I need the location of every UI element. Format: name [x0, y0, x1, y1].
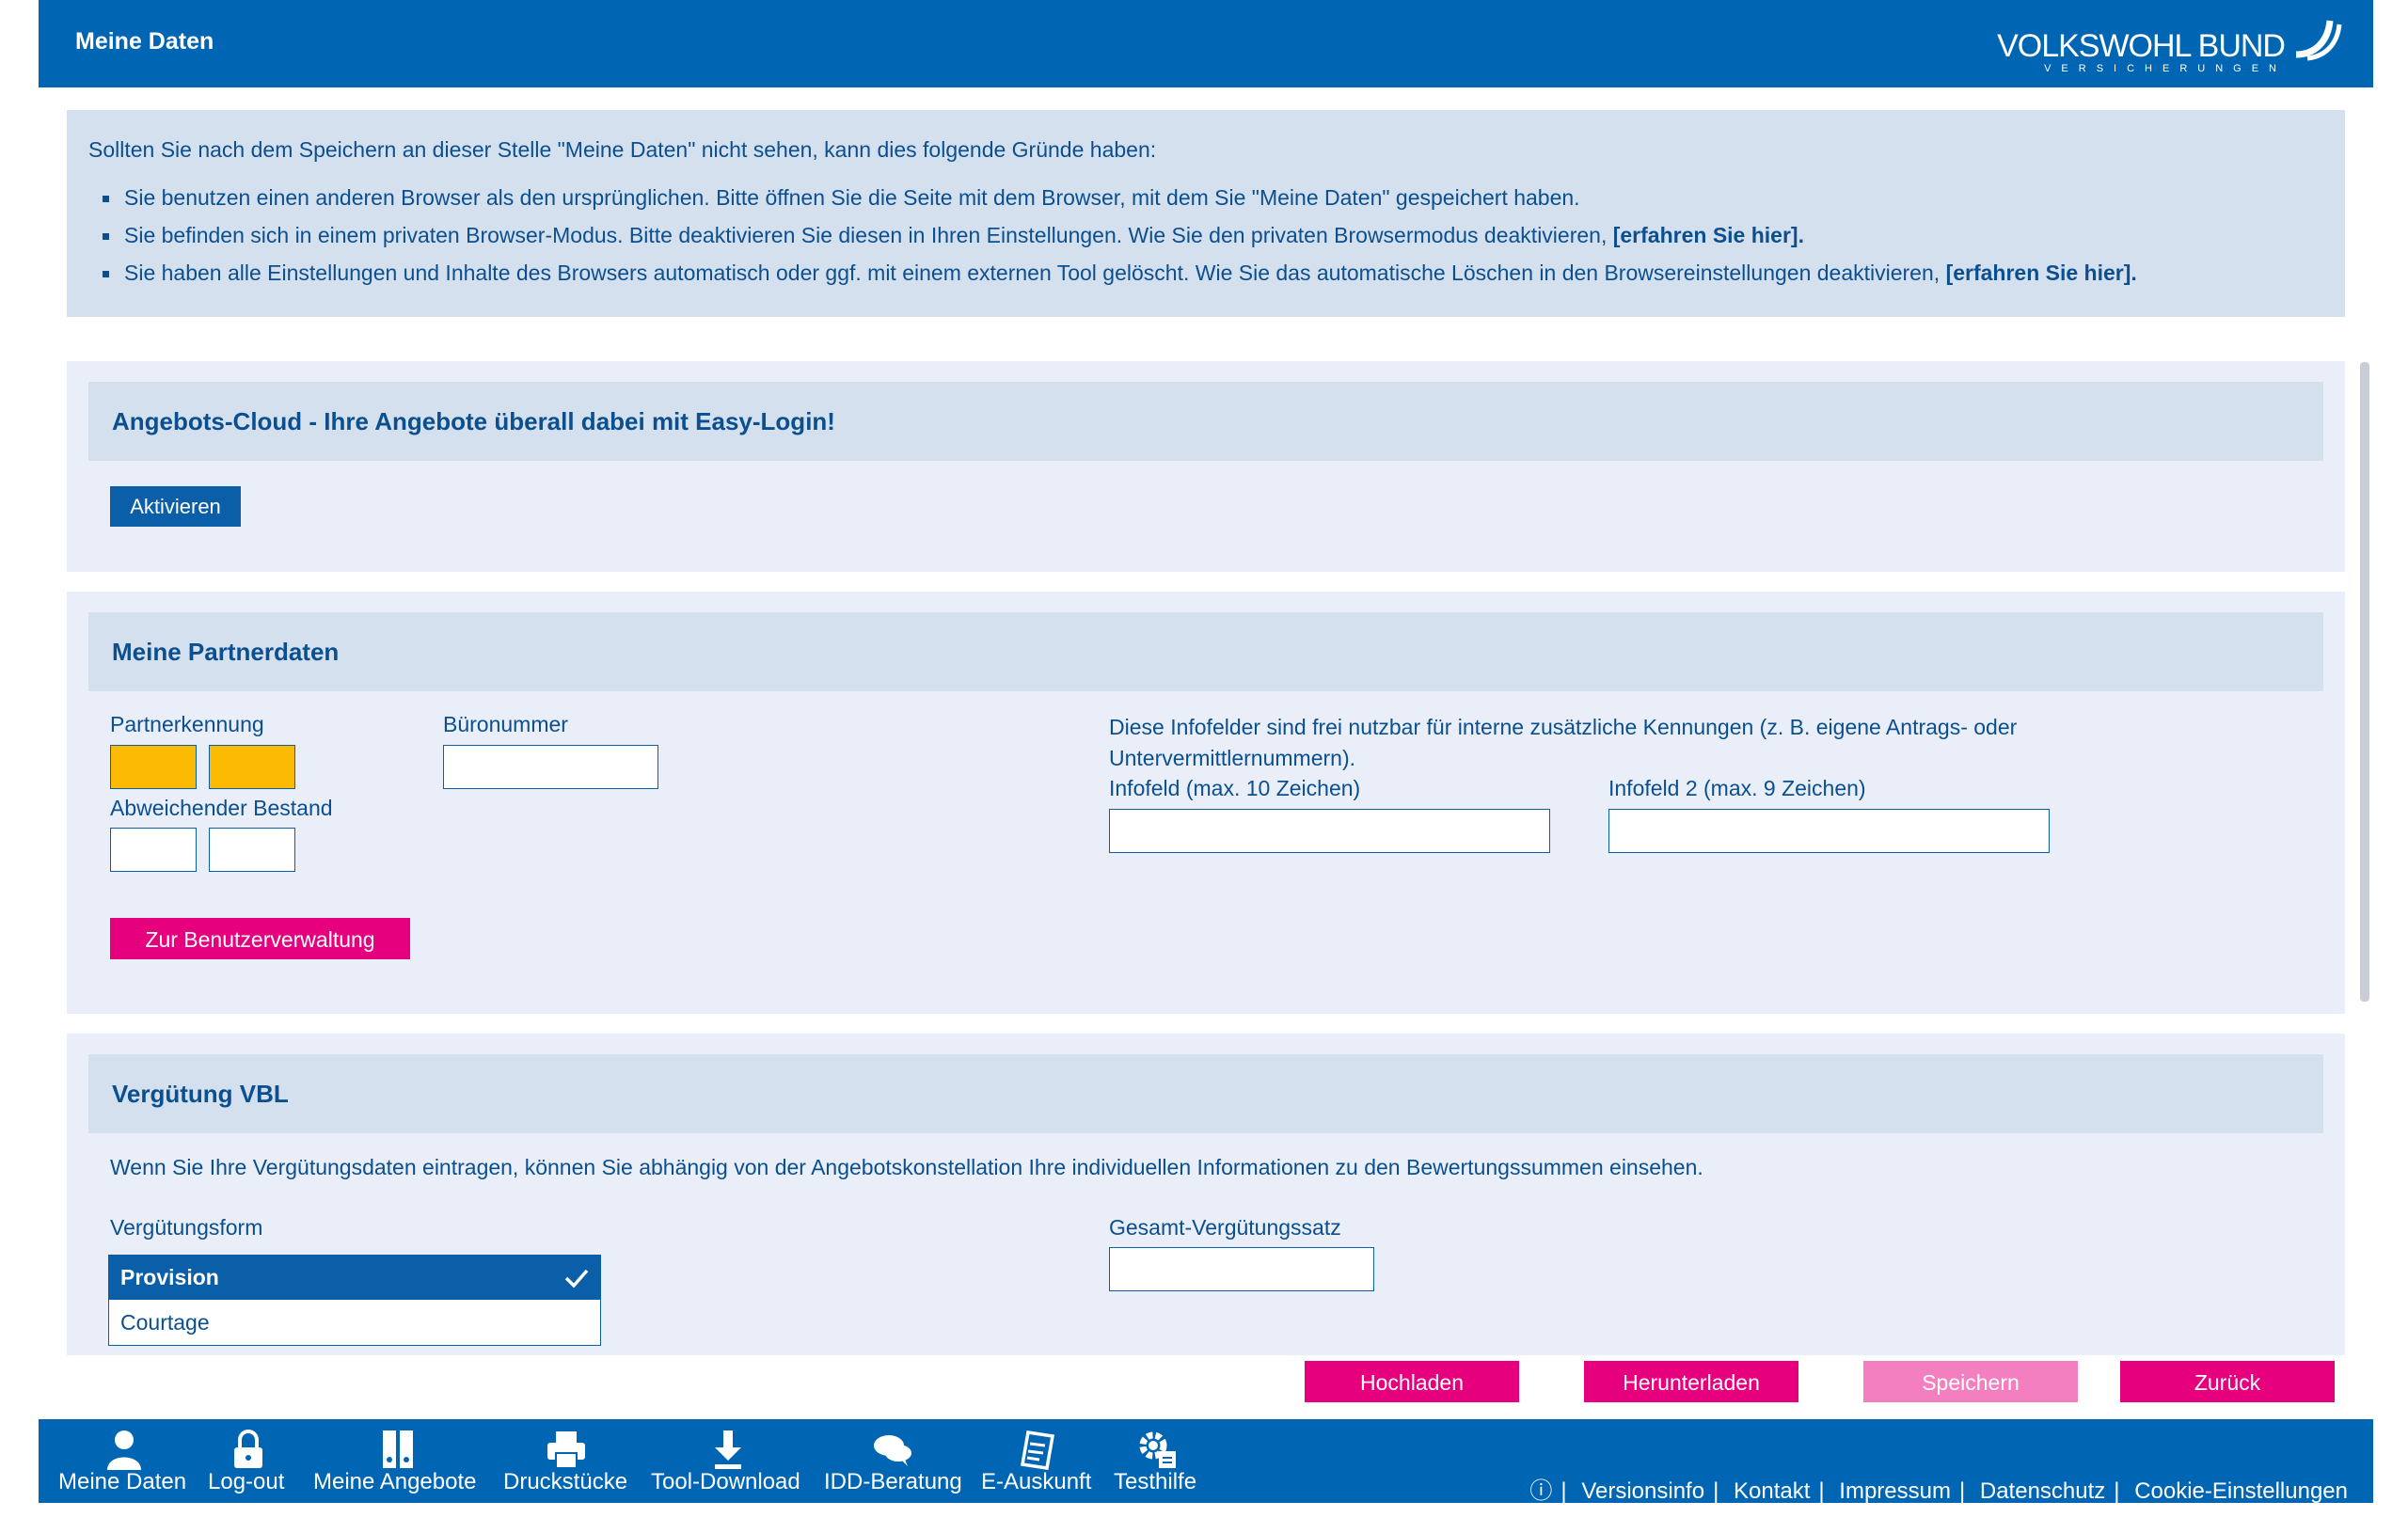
- verguetungssatz-label: Gesamt-Vergütungssatz: [1109, 1215, 1341, 1240]
- back-button[interactable]: Zurück: [2120, 1361, 2335, 1402]
- link-kontakt[interactable]: Kontakt: [1734, 1478, 1810, 1505]
- learn-more-link[interactable]: [erfahren Sie hier].: [1613, 223, 1804, 247]
- verguetungssatz-field[interactable]: [1109, 1247, 1374, 1291]
- link-versionsinfo[interactable]: Versionsinfo: [1581, 1478, 1704, 1505]
- save-button[interactable]: Speichern: [1863, 1361, 2078, 1402]
- bueronummer-label: Büronummer: [443, 712, 568, 736]
- user-icon: [107, 1430, 141, 1470]
- notice-item: Sie haben alle Einstellungen und Inhalte…: [88, 259, 2137, 296]
- activate-button[interactable]: Aktivieren: [110, 486, 241, 527]
- download-icon: [715, 1430, 741, 1469]
- nav-tool-download[interactable]: Tool-Download: [651, 1419, 805, 1503]
- verguetung-header: Vergütung VBL: [88, 1054, 2323, 1133]
- notice-list: Sie benutzen einen anderen Browser als d…: [88, 183, 2137, 296]
- partnerkennung-field-2[interactable]: [209, 745, 295, 789]
- partner-header: Meine Partnerdaten: [88, 612, 2323, 691]
- learn-more-link[interactable]: [erfahren Sie hier].: [1946, 261, 2137, 285]
- infofeld2-field[interactable]: [1608, 809, 2050, 853]
- notice-item: Sie benutzen einen anderen Browser als d…: [88, 183, 2137, 221]
- abweichender-bestand-field-2[interactable]: [209, 828, 295, 872]
- info-icon: ⓘ: [1529, 1478, 1553, 1504]
- cloud-header: Angebots-Cloud - Ihre Angebote überall d…: [88, 382, 2323, 461]
- checkmark-icon: [564, 1269, 589, 1288]
- binders-icon: [383, 1430, 413, 1468]
- user-management-button[interactable]: Zur Benutzerverwaltung: [110, 918, 410, 959]
- abweichender-bestand-label: Abweichender Bestand: [110, 796, 333, 820]
- partnerkennung-field-1[interactable]: [110, 745, 197, 789]
- logo-mark-icon: [2295, 20, 2342, 61]
- header-bar: Meine Daten VOLKSWOHL BUND VERSICHERUNGE…: [39, 0, 2373, 87]
- nav-e-auskunft[interactable]: E-Auskunft: [981, 1419, 1092, 1503]
- nav-druckstuecke[interactable]: Druckstücke: [503, 1419, 629, 1503]
- page-title: Meine Daten: [75, 28, 214, 55]
- printer-icon: [547, 1431, 585, 1469]
- option-courtage[interactable]: Courtage: [109, 1300, 600, 1345]
- nav-idd-beratung[interactable]: IDD-Beratung: [824, 1419, 962, 1503]
- infofeld2-label: Infofeld 2 (max. 9 Zeichen): [1608, 776, 1866, 800]
- upload-button[interactable]: Hochladen: [1305, 1361, 1519, 1402]
- gear-icon: [1139, 1431, 1176, 1468]
- notice-item: Sie befinden sich in einem privaten Brow…: [88, 221, 2137, 259]
- download-button[interactable]: Herunterladen: [1584, 1361, 1798, 1402]
- lock-icon: [234, 1430, 262, 1468]
- abweichender-bestand-field-1[interactable]: [110, 828, 197, 872]
- verguetung-text: Wenn Sie Ihre Vergütungsdaten eintragen,…: [110, 1155, 1703, 1179]
- link-datenschutz[interactable]: Datenschutz: [1980, 1478, 2105, 1505]
- partner-section: Meine Partnerdaten Partnerkennung Abweic…: [67, 592, 2345, 1014]
- partnerkennung-label: Partnerkennung: [110, 712, 264, 736]
- main-content: Sollten Sie nach dem Speichern an dieser…: [39, 87, 2373, 1355]
- option-provision[interactable]: Provision: [109, 1256, 600, 1300]
- volkswohl-bund-logo: VOLKSWOHL BUND VERSICHERUNGEN: [1997, 11, 2343, 77]
- footer-links: ⓘ | Versionsinfo | Kontakt | Impressum | Dat…: [1529, 1472, 2348, 1505]
- info-text: Diese Infofelder sind frei nutzbar für i…: [1109, 715, 2018, 770]
- infofeld1-label: Infofeld (max. 10 Zeichen): [1109, 776, 1361, 800]
- notice-intro: Sollten Sie nach dem Speichern an dieser…: [88, 137, 1157, 162]
- nav-log-out[interactable]: Log-out: [208, 1419, 289, 1503]
- bueronummer-field[interactable]: [443, 745, 658, 789]
- browser-notice: Sollten Sie nach dem Speichern an dieser…: [67, 110, 2345, 317]
- cloud-section: Angebots-Cloud - Ihre Angebote überall d…: [67, 361, 2345, 572]
- nav-testhilfe[interactable]: Testhilfe: [1114, 1419, 1200, 1503]
- verguetungsform-select[interactable]: Provision Courtage: [108, 1255, 601, 1346]
- chat-icon: [874, 1435, 911, 1466]
- nav-meine-angebote[interactable]: Meine Angebote: [313, 1419, 483, 1503]
- infofeld1-field[interactable]: [1109, 809, 1550, 853]
- nav-meine-daten[interactable]: Meine Daten: [58, 1419, 190, 1503]
- document-icon: [1020, 1430, 1055, 1470]
- footer-bar: Meine Daten Log-out Meine Angebote Druck…: [39, 1419, 2373, 1505]
- link-cookie-einstellungen[interactable]: Cookie-Einstellungen: [2134, 1478, 2348, 1505]
- verguetungsform-label: Vergütungsform: [110, 1215, 263, 1240]
- link-impressum[interactable]: Impressum: [1839, 1478, 1951, 1505]
- scrollbar[interactable]: [2360, 362, 2369, 1002]
